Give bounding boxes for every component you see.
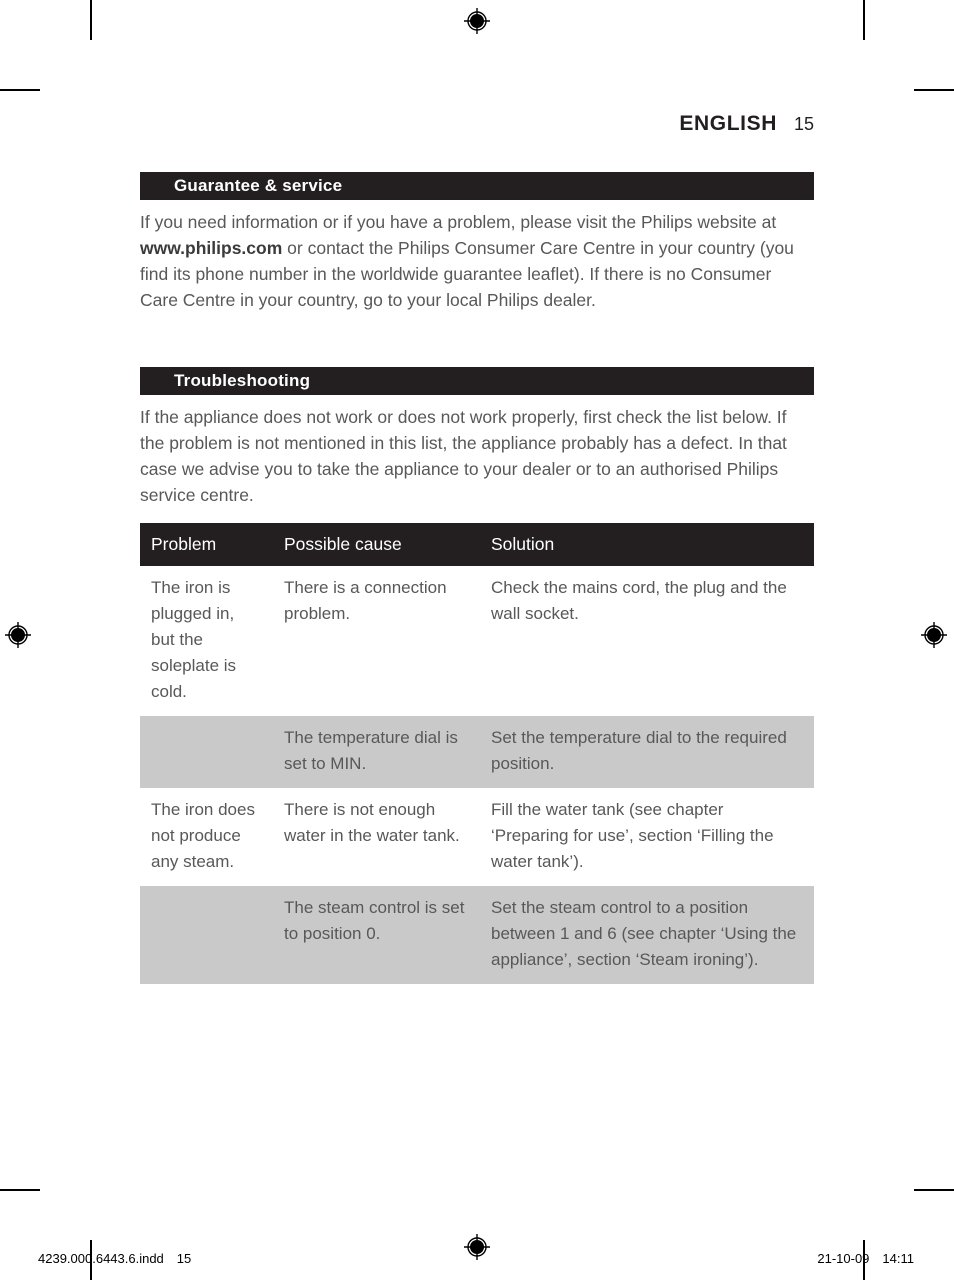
crop-mark-left-top (0, 89, 40, 91)
table-header-row: Problem Possible cause Solution (140, 523, 814, 566)
cell-problem (140, 716, 273, 788)
column-header-cause: Possible cause (273, 523, 480, 566)
registration-target-icon-right (921, 622, 947, 648)
table-row: The iron is plugged in, but the soleplat… (140, 566, 814, 716)
table-row: The temperature dial is set to MIN. Set … (140, 716, 814, 788)
column-header-solution: Solution (480, 523, 814, 566)
crop-mark-left-bottom (0, 1189, 40, 1191)
footer-file-info: 4239.000.6443.6.indd 15 (38, 1251, 191, 1266)
footer-file-page: 15 (176, 1251, 192, 1266)
page-content: ENGLISH 15 Guarantee & service If you ne… (140, 0, 814, 1280)
crop-mark-right-top (914, 89, 954, 91)
cell-problem (140, 886, 273, 984)
cell-solution: Set the steam control to a position betw… (480, 886, 814, 984)
cell-solution: Check the mains cord, the plug and the w… (480, 566, 814, 716)
table-row: The iron does not produce any steam. The… (140, 788, 814, 886)
running-head: ENGLISH 15 (679, 112, 814, 136)
cell-problem: The iron does not produce any steam. (140, 788, 273, 886)
cell-cause: There is a connection problem. (273, 566, 480, 716)
cell-cause: The temperature dial is set to MIN. (273, 716, 480, 788)
troubleshooting-paragraph: If the appliance does not work or does n… (140, 407, 787, 505)
guarantee-text-part1: If you need information or if you have a… (140, 212, 777, 232)
footer-file-name: 4239.000.6443.6.indd (38, 1251, 164, 1266)
table-row: The steam control is set to position 0. … (140, 886, 814, 984)
troubleshooting-table: Problem Possible cause Solution The iron… (140, 523, 814, 984)
registration-target-icon-left (5, 622, 31, 648)
section-heading-guarantee: Guarantee & service (140, 172, 814, 200)
footer-date: 21-10-09 (817, 1251, 870, 1266)
crop-mark-top-left (90, 0, 92, 40)
running-head-language: ENGLISH (679, 112, 777, 135)
cell-cause: There is not enough water in the water t… (273, 788, 480, 886)
running-head-page-number: 15 (793, 114, 814, 134)
crop-mark-right-bottom (914, 1189, 954, 1191)
cell-solution: Fill the water tank (see chapter ‘Prepar… (480, 788, 814, 886)
column-header-problem: Problem (140, 523, 273, 566)
cell-problem: The iron is plugged in, but the soleplat… (140, 566, 273, 716)
crop-mark-top-right (863, 0, 865, 40)
footer-time: 14:11 (882, 1251, 914, 1266)
footer-timestamp: 21-10-09 14:11 (817, 1251, 914, 1266)
philips-website-url: www.philips.com (140, 238, 283, 258)
cell-solution: Set the temperature dial to the required… (480, 716, 814, 788)
section-heading-troubleshooting: Troubleshooting (140, 367, 814, 395)
guarantee-paragraph: If you need information or if you have a… (140, 200, 814, 313)
cell-cause: The steam control is set to position 0. (273, 886, 480, 984)
